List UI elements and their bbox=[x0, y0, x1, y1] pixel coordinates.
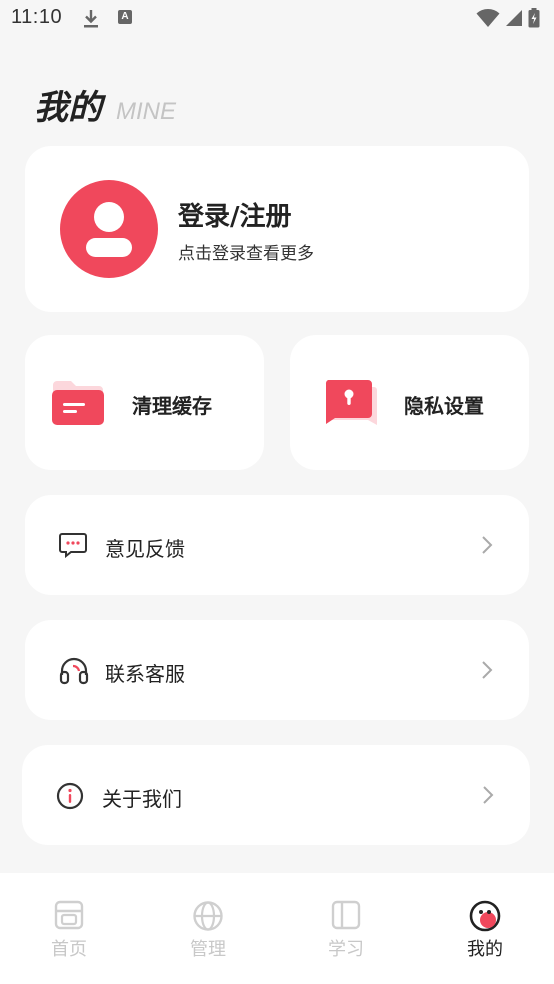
battery-charging-icon bbox=[528, 8, 540, 32]
feedback-chat-icon bbox=[59, 532, 87, 562]
about-us-label: 关于我们 bbox=[102, 787, 182, 811]
page-header: 我的 MINE bbox=[34, 80, 176, 129]
avatar[interactable] bbox=[60, 180, 158, 278]
download-icon bbox=[82, 8, 100, 34]
chevron-right-icon bbox=[482, 785, 494, 809]
page-title: 我的 bbox=[34, 88, 102, 128]
status-time: 11:10 bbox=[11, 6, 63, 28]
tab-study-label: 学习 bbox=[328, 939, 364, 960]
status-bar: 11:10 A bbox=[0, 0, 554, 38]
chevron-right-icon bbox=[481, 535, 493, 559]
privacy-settings-label: 隐私设置 bbox=[404, 394, 484, 418]
page-subtitle: MINE bbox=[116, 98, 176, 125]
feedback-row[interactable]: 意见反馈 bbox=[25, 495, 529, 595]
contact-service-label: 联系客服 bbox=[105, 662, 185, 686]
feedback-label: 意见反馈 bbox=[105, 537, 185, 561]
tab-manage-label: 管理 bbox=[190, 939, 226, 960]
privacy-settings-button[interactable]: 隐私设置 bbox=[290, 335, 529, 470]
login-subtitle: 点击登录查看更多 bbox=[178, 244, 314, 264]
clear-cache-button[interactable]: 清理缓存 bbox=[25, 335, 264, 470]
tab-home[interactable]: 首页 bbox=[0, 873, 138, 984]
login-card[interactable]: 登录/注册 点击登录查看更多 bbox=[25, 146, 529, 312]
clear-cache-label: 清理缓存 bbox=[132, 394, 212, 418]
book-icon bbox=[331, 900, 361, 934]
tab-home-label: 首页 bbox=[51, 939, 87, 960]
a-letter-icon: A bbox=[118, 10, 132, 24]
contact-service-row[interactable]: 联系客服 bbox=[25, 620, 529, 720]
home-icon bbox=[54, 900, 84, 934]
tab-mine-label: 我的 bbox=[467, 939, 503, 960]
headset-icon bbox=[59, 657, 89, 689]
profile-face-icon bbox=[469, 900, 501, 936]
chevron-right-icon bbox=[481, 660, 493, 684]
about-us-row[interactable]: 关于我们 bbox=[22, 745, 530, 845]
wifi-icon bbox=[476, 8, 500, 32]
bottom-tab-bar: 首页 管理 学习 我的 bbox=[0, 873, 554, 984]
tab-manage[interactable]: 管理 bbox=[139, 873, 277, 984]
login-title[interactable]: 登录/注册 bbox=[178, 196, 292, 233]
signal-icon bbox=[505, 9, 523, 31]
globe-icon bbox=[192, 900, 224, 936]
tab-study[interactable]: 学习 bbox=[277, 873, 415, 984]
user-icon bbox=[86, 202, 132, 257]
privacy-lock-icon bbox=[324, 379, 378, 433]
tab-mine[interactable]: 我的 bbox=[416, 873, 554, 984]
folder-clear-icon bbox=[51, 377, 105, 431]
status-indicators bbox=[476, 8, 540, 32]
info-icon bbox=[56, 782, 84, 814]
